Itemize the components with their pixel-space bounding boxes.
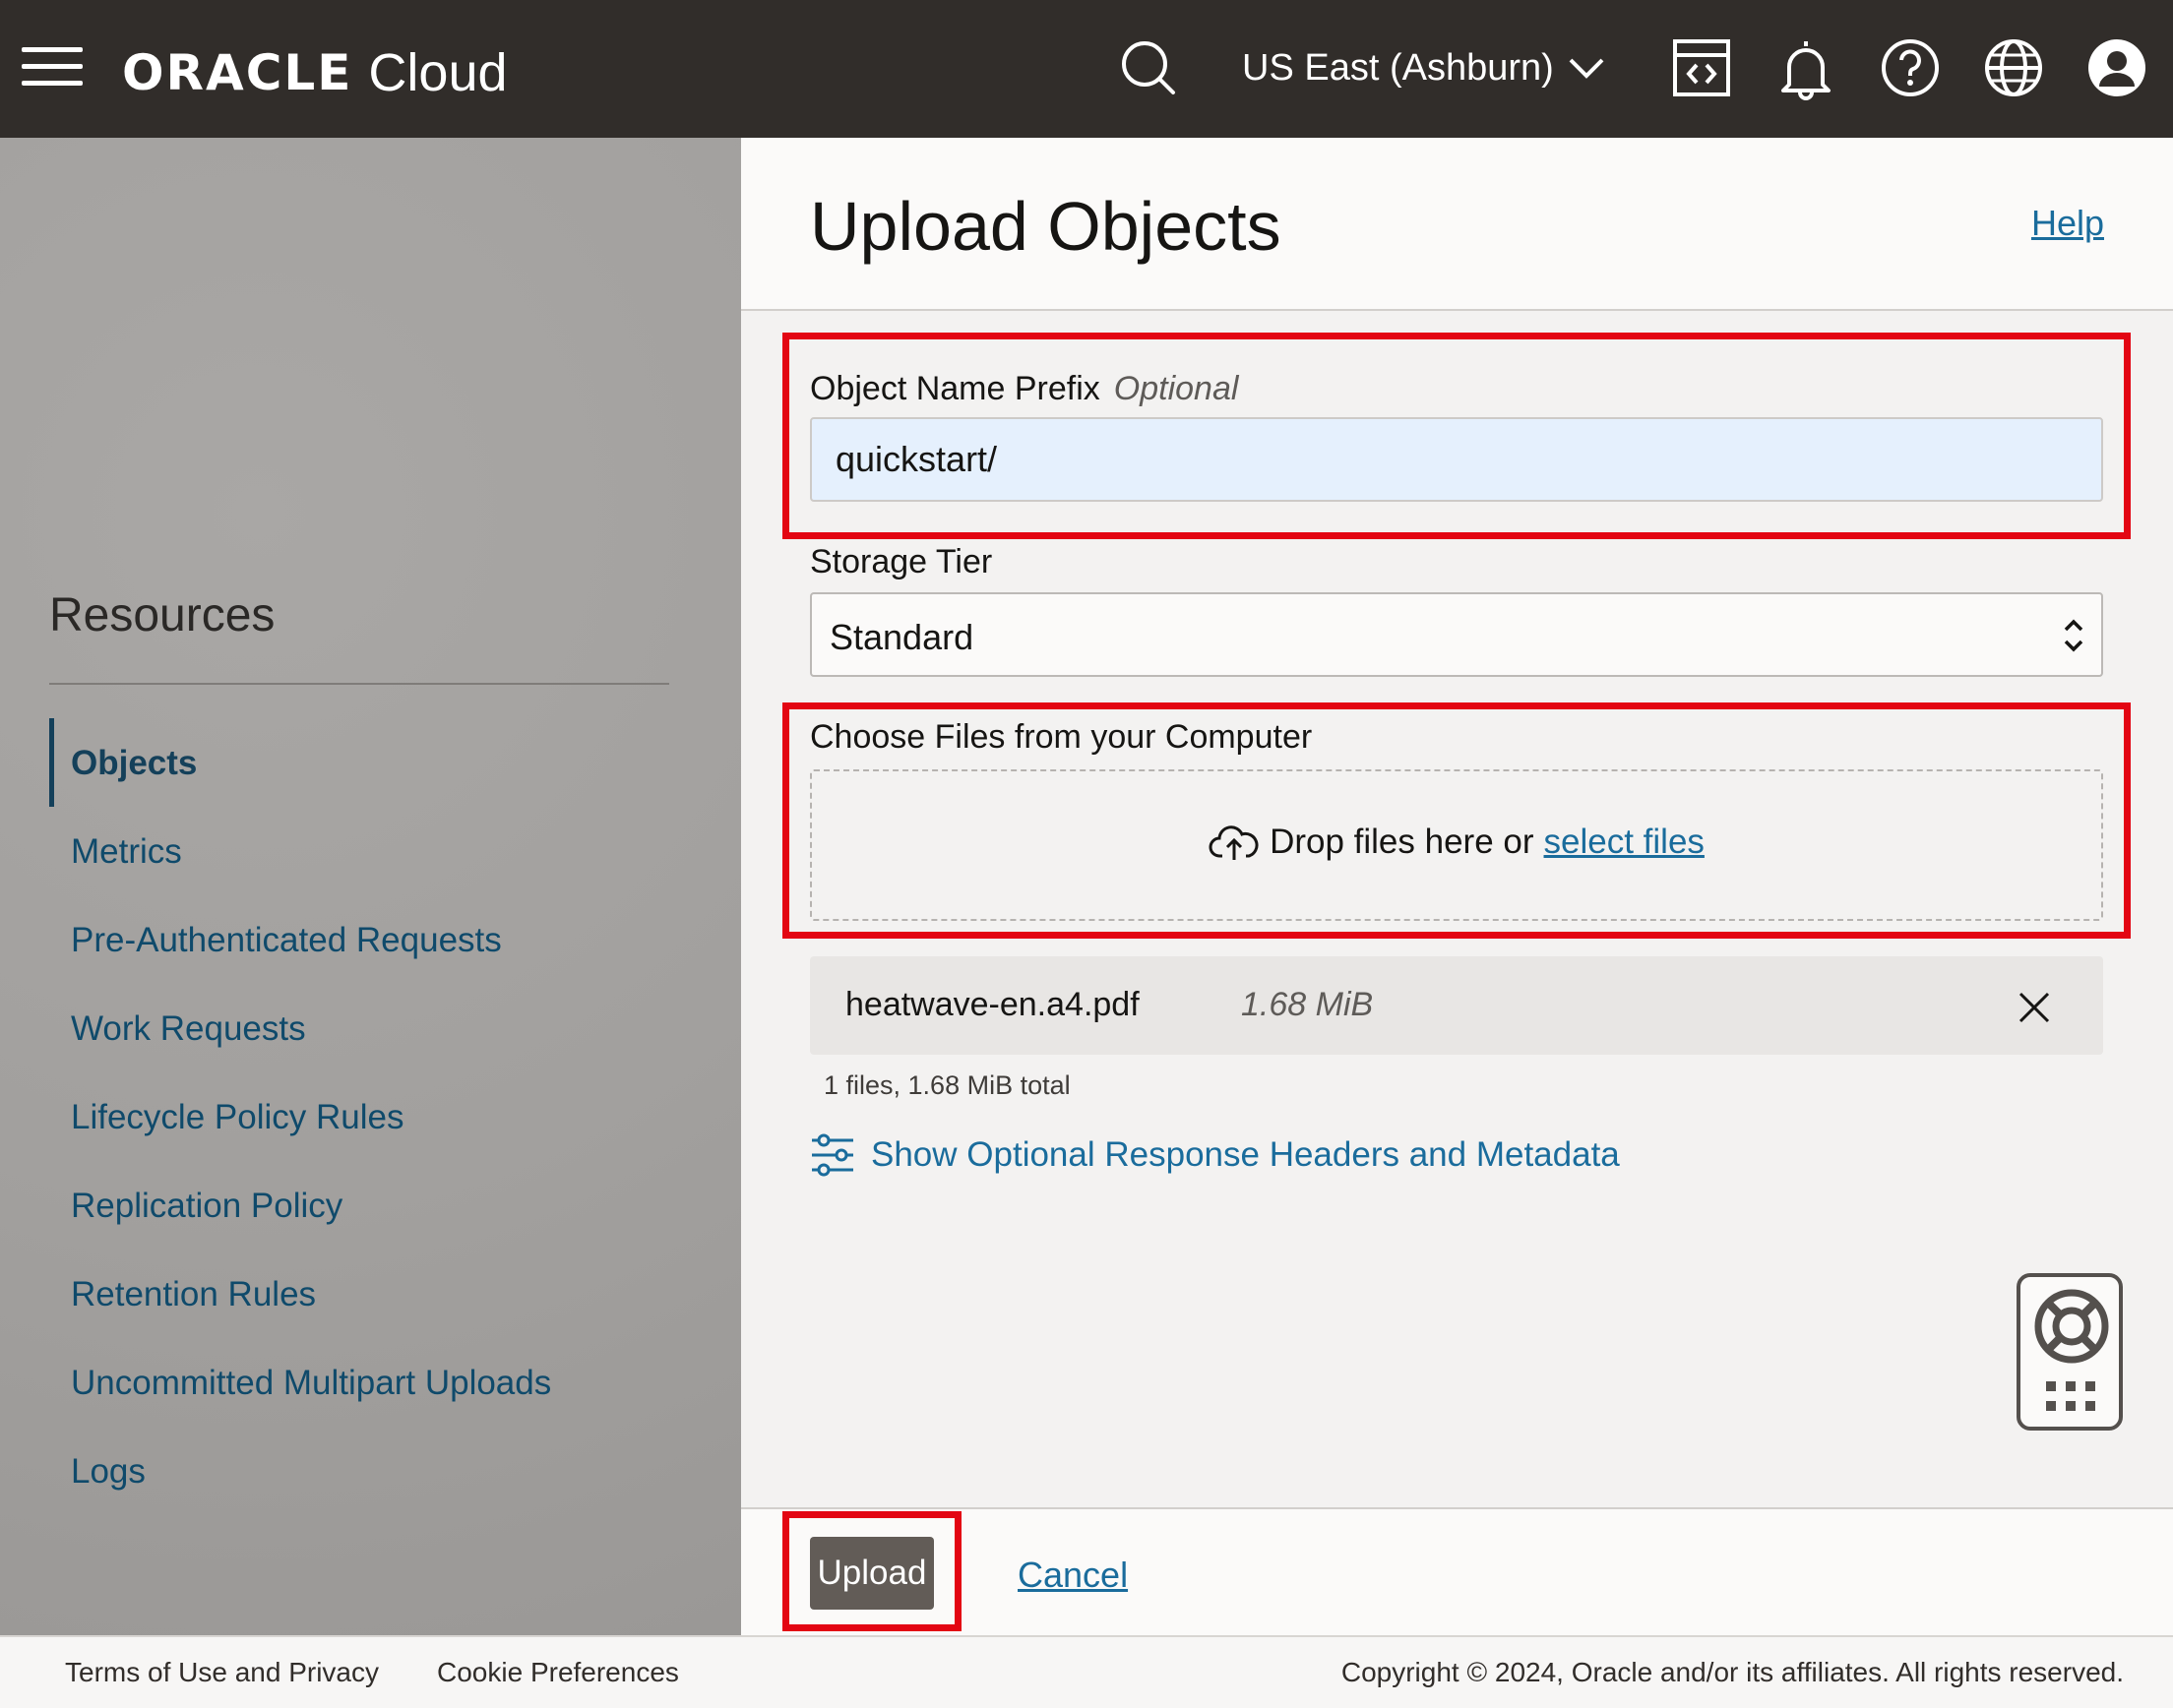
brand-cloud: Cloud — [368, 43, 508, 102]
terms-link[interactable]: Terms of Use and Privacy — [65, 1657, 379, 1688]
brand-oracle: ORACLE — [122, 44, 353, 101]
file-list-item: heatwave-en.a4.pdf 1.68 MiB — [810, 956, 2103, 1055]
optional-link-text: Show Optional Response Headers and Metad… — [871, 1135, 1620, 1174]
prefix-label: Object Name Prefix Optional — [810, 370, 1238, 408]
sidebar-item-metrics[interactable]: Metrics — [71, 832, 182, 872]
upload-objects-panel: Upload Objects Help Object Name Prefix Op… — [741, 138, 2173, 1635]
sliders-icon — [812, 1133, 853, 1177]
hamburger-menu-icon[interactable] — [22, 45, 83, 89]
drop-message: Drop files here or select files — [812, 823, 2101, 862]
sidebar-item-retention-rules[interactable]: Retention Rules — [71, 1275, 316, 1314]
drop-text: Drop files here or — [1270, 823, 1534, 861]
resources-divider — [49, 683, 669, 685]
file-total: 1 files, 1.68 MiB total — [824, 1070, 1071, 1100]
resources-title: Resources — [49, 589, 276, 641]
top-bar: ORACLE Cloud US East (Ashburn) — [0, 0, 2173, 138]
file-name: heatwave-en.a4.pdf — [845, 986, 1140, 1023]
sidebar-item-logs[interactable]: Logs — [71, 1452, 146, 1492]
sidebar-item-lifecycle-policy-rules[interactable]: Lifecycle Policy Rules — [71, 1098, 404, 1137]
select-files-link[interactable]: select files — [1544, 823, 1705, 862]
object-name-prefix-input[interactable] — [810, 417, 2103, 502]
storage-tier-label: Storage Tier — [810, 543, 993, 580]
storage-tier-value: Standard — [830, 617, 974, 657]
storage-tier-select[interactable]: Standard — [810, 592, 2103, 677]
help-widget[interactable] — [2017, 1273, 2123, 1431]
optional-tag: Optional — [1113, 370, 1239, 407]
close-icon[interactable] — [2015, 988, 2054, 1027]
panel-footer: Upload Cancel — [741, 1507, 2173, 1635]
sidebar-item-work-requests[interactable]: Work Requests — [71, 1009, 306, 1049]
help-icon[interactable] — [1878, 35, 1943, 100]
grid-dots-icon — [2046, 1381, 2095, 1411]
oracle-cloud-logo[interactable]: ORACLE Cloud — [122, 41, 508, 104]
lifebuoy-icon — [2034, 1289, 2109, 1364]
select-caret-icon — [2064, 619, 2083, 652]
region-selector[interactable]: US East (Ashburn) — [1242, 35, 1605, 100]
help-link[interactable]: Help — [2031, 203, 2104, 244]
copyright-text: Copyright © 2024, Oracle and/or its affi… — [1340, 1657, 2124, 1687]
choose-files-label: Choose Files from your Computer — [810, 718, 1313, 756]
bell-icon[interactable] — [1773, 35, 1838, 100]
sidebar-item-objects[interactable]: Objects — [71, 744, 197, 783]
active-marker — [49, 718, 54, 807]
file-size: 1.68 MiB — [1241, 986, 1374, 1023]
upload-button[interactable]: Upload — [810, 1537, 934, 1610]
search-icon[interactable] — [1116, 35, 1181, 100]
cookie-preferences-link[interactable]: Cookie Preferences — [437, 1657, 679, 1688]
panel-header: Upload Objects Help — [741, 138, 2173, 311]
resources-sidebar: Resources Objects Metrics Pre-Authentica… — [0, 138, 741, 1635]
user-avatar-icon[interactable] — [2084, 35, 2149, 100]
sidebar-item-replication-policy[interactable]: Replication Policy — [71, 1187, 342, 1226]
cloud-upload-icon — [1209, 825, 1259, 860]
cancel-link[interactable]: Cancel — [1018, 1555, 1128, 1596]
sidebar-item-pre-authenticated-requests[interactable]: Pre-Authenticated Requests — [71, 921, 502, 960]
panel-title: Upload Objects — [810, 188, 1281, 265]
region-label: US East (Ashburn) — [1242, 46, 1554, 89]
show-optional-headers-link[interactable]: Show Optional Response Headers and Metad… — [810, 1129, 1620, 1181]
sidebar-item-uncommitted-multipart-uploads[interactable]: Uncommitted Multipart Uploads — [71, 1364, 551, 1403]
page-footer: Terms of Use and Privacy Cookie Preferen… — [0, 1635, 2173, 1708]
cloud-shell-icon[interactable] — [1669, 35, 1734, 100]
globe-icon[interactable] — [1981, 35, 2046, 100]
file-drop-zone[interactable]: Drop files here or select files — [810, 769, 2103, 921]
prefix-label-text: Object Name Prefix — [810, 370, 1100, 407]
chevron-down-icon — [1569, 58, 1604, 79]
